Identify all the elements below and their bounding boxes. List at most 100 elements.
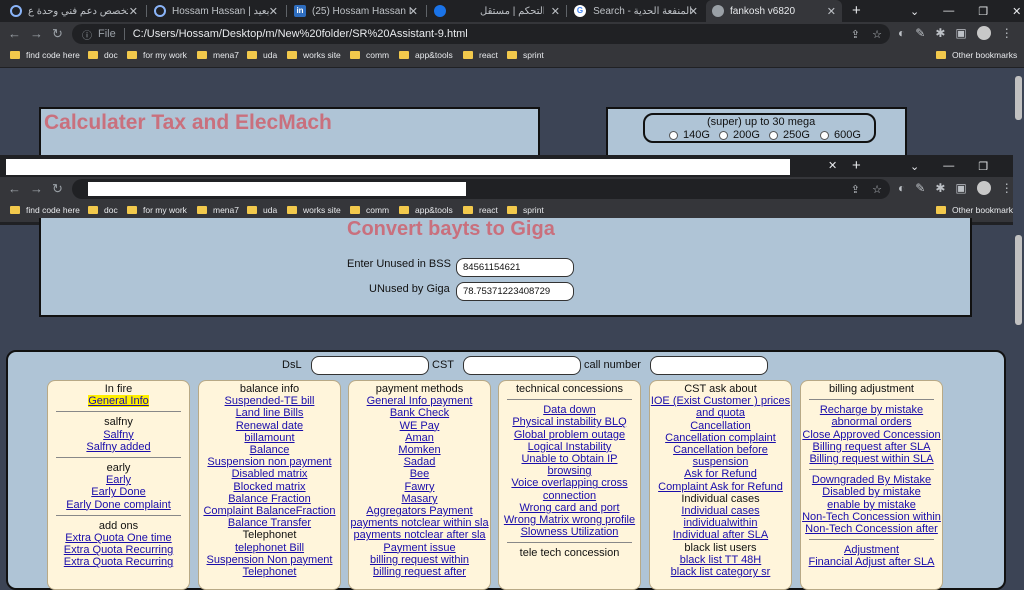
card-link[interactable]: Early <box>106 474 131 486</box>
bookmark-doc[interactable]: doc <box>88 50 118 60</box>
card-link[interactable]: billing request within <box>370 554 469 566</box>
bookmark-sprint[interactable]: sprint <box>507 205 544 215</box>
card-link[interactable]: Salfny <box>103 429 134 441</box>
bookmark-mena7[interactable]: mena7 <box>197 50 239 60</box>
card-link[interactable]: Momken <box>398 444 440 456</box>
puzzle-icon[interactable]: ✱ <box>935 181 945 195</box>
scrollbar-thumb-2[interactable] <box>1015 235 1022 325</box>
giga-output[interactable]: 78.75371223408729 <box>456 282 574 301</box>
card-link[interactable]: Payment issue <box>383 542 455 554</box>
card-link[interactable]: Early Done complaint <box>66 499 171 511</box>
card-link[interactable]: Data down <box>543 404 596 416</box>
bookmark-comm[interactable]: comm <box>350 205 389 215</box>
card-link[interactable]: Disabled by mistake <box>822 486 920 498</box>
extension-icon[interactable]: ◐ <box>898 181 905 195</box>
bookmark-app-tools[interactable]: app&tools <box>399 50 453 60</box>
card-link[interactable]: Complaint Ask for Refund <box>658 481 783 493</box>
card-link[interactable]: Complaint BalanceFraction <box>203 505 335 517</box>
tab-search-icon[interactable]: ⌄ <box>910 5 919 18</box>
card-link[interactable]: Physical instability BLQ <box>512 416 626 428</box>
close-tab-icon[interactable]: ✕ <box>409 5 418 18</box>
new-tab-button[interactable]: + <box>852 157 861 174</box>
bookmark-app-tools[interactable]: app&tools <box>399 205 453 215</box>
card-link[interactable]: payments notclear after sla <box>353 529 485 541</box>
call-number-input[interactable] <box>650 356 768 375</box>
bookmark-for-my-work[interactable]: for my work <box>127 50 187 60</box>
tab-upwork-job[interactable]: متخصص دعم فني وحدة ع... ✕ <box>4 0 144 22</box>
bookmark-works-site[interactable]: works site <box>287 50 341 60</box>
card-link[interactable]: Cancellation <box>690 420 751 432</box>
card-link[interactable]: individualwithin <box>684 517 758 529</box>
card-link[interactable]: Non-Tech Concession after <box>805 523 938 535</box>
bookmark-sprint[interactable]: sprint <box>507 50 544 60</box>
card-link[interactable]: IOE (Exist Customer ) prices <box>651 395 790 407</box>
tab-linkedin[interactable]: in (25) Hossam Hassan Ibrahe ✕ <box>288 0 424 22</box>
card-link[interactable]: Ask for Refund <box>684 468 757 480</box>
back-icon[interactable]: ← <box>8 26 21 41</box>
card-link[interactable]: billing request after <box>373 566 466 578</box>
card-link[interactable]: Blocked matrix <box>233 481 305 493</box>
bookmark-react[interactable]: react <box>463 205 498 215</box>
bookmark-doc[interactable]: doc <box>88 205 118 215</box>
radio-200g[interactable]: 200G <box>719 129 760 141</box>
tab-mostaql[interactable]: لوحة التحكم | مستقل ✕ <box>474 0 566 22</box>
radio-button[interactable] <box>669 130 678 140</box>
card-link[interactable]: suspension <box>693 456 749 468</box>
card-link[interactable]: Balance Fraction <box>228 493 311 505</box>
star-icon[interactable]: ☆ <box>872 183 882 196</box>
close-window-icon[interactable]: ✕ <box>1012 5 1021 18</box>
card-link[interactable]: Individual after SLA <box>673 529 768 541</box>
unused-input[interactable]: 84561154621 <box>456 258 574 277</box>
card-link[interactable]: payments notclear within sla <box>350 517 488 529</box>
card-link[interactable]: billamount <box>244 432 294 444</box>
card-link[interactable]: Non-Tech Concession within <box>802 511 941 523</box>
cst-input[interactable] <box>463 356 581 375</box>
card-link[interactable]: Renewal date <box>236 420 303 432</box>
close-tab-icon[interactable]: ✕ <box>827 5 836 18</box>
card-link[interactable]: browsing <box>547 465 591 477</box>
minimize-icon[interactable]: — <box>943 160 954 172</box>
reload-icon[interactable]: ↻ <box>52 181 63 197</box>
bookmark-react[interactable]: react <box>463 50 498 60</box>
minimize-icon[interactable]: — <box>943 5 954 17</box>
share-icon[interactable]: ⇪ <box>851 183 860 196</box>
card-link[interactable]: Land line Bills <box>236 407 304 419</box>
card-link[interactable]: General Info payment <box>367 395 473 407</box>
card-link[interactable]: Sadad <box>404 456 436 468</box>
card-link[interactable]: WE Pay <box>400 420 440 432</box>
bookmark-find-code[interactable]: find code here <box>10 205 80 215</box>
sidepanel-icon[interactable]: ▣ <box>955 181 966 195</box>
new-tab-button[interactable]: + <box>852 2 861 19</box>
menu-icon[interactable]: ⋮ <box>1001 181 1013 195</box>
close-tab-icon[interactable]: ✕ <box>551 5 560 18</box>
card-link[interactable]: Extra Quota Recurring <box>64 544 173 556</box>
restore-icon[interactable]: ❐ <box>978 5 988 18</box>
restore-icon[interactable]: ❐ <box>978 160 988 173</box>
tab-search-icon[interactable]: ⌄ <box>910 160 919 173</box>
close-tab-icon[interactable]: ✕ <box>129 5 138 18</box>
card-link[interactable]: Suspension non payment <box>207 456 331 468</box>
radio-250g[interactable]: 250G <box>769 129 810 141</box>
card-link[interactable]: Unable to Obtain IP <box>521 453 617 465</box>
radio-button[interactable] <box>769 130 778 140</box>
card-link[interactable]: Voice overlapping cross <box>511 477 627 489</box>
close-tab-icon[interactable]: ✕ <box>269 5 278 18</box>
card-link[interactable]: Aggregators Payment <box>366 505 472 517</box>
card-link[interactable]: Bee <box>410 468 430 480</box>
card-link-highlighted[interactable]: General Info <box>88 395 149 408</box>
bookmark-uda[interactable]: uda <box>247 205 277 215</box>
card-link[interactable]: Bank Check <box>390 407 449 419</box>
sidepanel-icon[interactable]: ▣ <box>955 26 966 40</box>
card-link[interactable]: Early Done <box>91 486 145 498</box>
card-link[interactable]: Recharge by mistake <box>820 404 923 416</box>
card-link[interactable]: Balance Transfer <box>228 517 311 529</box>
card-link[interactable]: Downgraded By Mistake <box>812 474 931 486</box>
card-link[interactable]: Cancellation before <box>673 444 768 456</box>
bookmark-comm[interactable]: comm <box>350 50 389 60</box>
card-link[interactable]: Balance <box>250 444 290 456</box>
card-link[interactable]: Global problem outage <box>514 429 625 441</box>
card-link[interactable]: telephonet Bill <box>235 542 304 554</box>
card-link[interactable]: connection <box>543 490 596 502</box>
card-link[interactable]: Cancellation complaint <box>665 432 776 444</box>
card-link[interactable]: enable by mistake <box>827 499 916 511</box>
